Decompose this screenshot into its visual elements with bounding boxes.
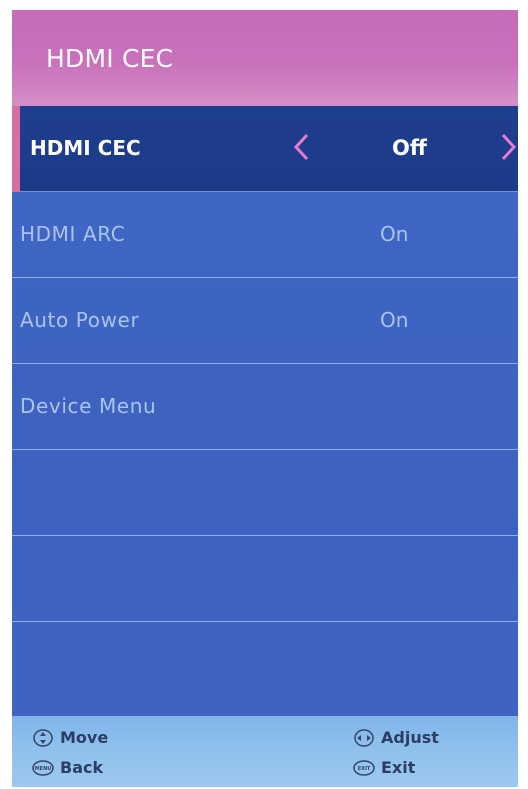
up-down-icon (32, 728, 54, 747)
menu-item-empty (12, 450, 518, 536)
menu-item-empty (12, 622, 518, 708)
selection-accent-bar (12, 106, 20, 192)
menu-item-auto-power[interactable]: Auto Power On (12, 278, 518, 364)
hint-exit-label: Exit (381, 758, 416, 777)
menu-item-value: On (380, 308, 409, 332)
hint-exit: EXIT Exit (353, 758, 415, 777)
chevron-left-icon[interactable] (292, 130, 312, 164)
menu-item-device-menu[interactable]: Device Menu (12, 364, 518, 450)
hint-move: Move (32, 728, 108, 747)
left-right-icon (353, 728, 375, 747)
hint-adjust: Adjust (353, 728, 439, 747)
hint-move-label: Move (60, 728, 109, 747)
menu-footer-hints: Move Adjust MENU Back EXIT Exit (12, 716, 518, 787)
menu-item-value: On (380, 222, 409, 246)
svg-text:MENU: MENU (35, 766, 52, 772)
menu-list: HDMI CEC Off HDMI ARC On Auto Power On D… (12, 106, 518, 716)
hint-back-label: Back (60, 758, 104, 777)
menu-item-hdmi-arc[interactable]: HDMI ARC On (12, 192, 518, 278)
hint-back: MENU Back (32, 758, 103, 777)
menu-title: HDMI CEC (46, 44, 174, 73)
menu-item-hdmi-cec[interactable]: HDMI CEC Off (12, 106, 518, 192)
menu-item-value: Off (392, 136, 427, 160)
menu-item-label: Auto Power (20, 308, 140, 332)
exit-button-icon: EXIT (353, 759, 375, 777)
tv-settings-menu: HDMI CEC HDMI CEC Off HDMI ARC On Auto P… (12, 10, 518, 787)
menu-item-empty (12, 536, 518, 622)
hint-adjust-label: Adjust (381, 728, 439, 747)
chevron-right-icon[interactable] (498, 130, 518, 164)
menu-item-label: HDMI ARC (20, 222, 126, 246)
menu-item-label: HDMI CEC (30, 136, 141, 160)
svg-text:EXIT: EXIT (358, 766, 371, 772)
menu-button-icon: MENU (32, 759, 54, 777)
menu-item-label: Device Menu (20, 394, 157, 418)
menu-header: HDMI CEC (12, 10, 518, 106)
